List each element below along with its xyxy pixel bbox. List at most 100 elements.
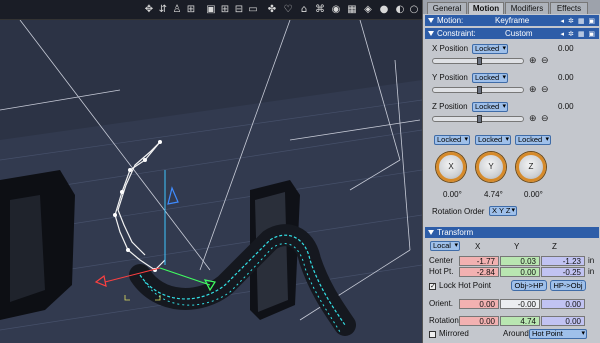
obj-to-hp-button[interactable]: Obj->HP: [511, 280, 547, 291]
collapse-triangle-icon[interactable]: [428, 18, 434, 24]
y-rotation-value: 4.74°: [484, 190, 503, 199]
lock-hot-point-label: Lock Hot Point: [439, 281, 492, 290]
header-icons: ◂ ✲ ▦ ▣: [560, 31, 596, 38]
z-position-slider[interactable]: [432, 115, 524, 123]
z-position-value: 0.00: [558, 102, 574, 111]
y-rotation-mode-dropdown[interactable]: Locked: [475, 135, 511, 145]
center-z-field[interactable]: -1.23: [541, 256, 585, 266]
transform-header[interactable]: Transform: [425, 227, 599, 238]
slider-thumb[interactable]: [477, 115, 482, 123]
zoom-in-icon[interactable]: ⊕: [529, 114, 537, 123]
tab-effects[interactable]: Effects: [550, 2, 588, 14]
view-grid-icon[interactable]: ⊞: [185, 4, 197, 16]
link-icon[interactable]: ⌘: [314, 4, 326, 16]
shade-wire-icon[interactable]: ◈: [362, 4, 374, 16]
mirrored-checkbox[interactable]: [429, 331, 436, 338]
panel-tabs: General Motion Modifiers Effects: [423, 0, 600, 14]
lock-hot-point-checkbox[interactable]: ✓: [429, 283, 436, 290]
view-wide-icon[interactable]: ▭: [247, 4, 259, 16]
transform-label: Transform: [437, 228, 474, 237]
center-y-field[interactable]: 0.03: [500, 256, 540, 266]
bone-icon[interactable]: ✤: [266, 4, 278, 16]
y-rotation-dial[interactable]: Y: [476, 152, 506, 182]
slider-thumb[interactable]: [477, 86, 482, 94]
rotation-order-label: Rotation Order: [432, 207, 485, 216]
camera-icon[interactable]: ⌂: [298, 4, 310, 16]
y-position-label: Y Position: [432, 73, 468, 82]
tab-motion[interactable]: Motion: [468, 2, 504, 14]
center-x-field[interactable]: -1.77: [459, 256, 499, 266]
y-position-mode-dropdown[interactable]: Locked: [472, 73, 508, 83]
center-label: Center: [429, 256, 454, 265]
dial-axis-label: Z: [528, 162, 534, 171]
orient-x-field[interactable]: 0.00: [459, 299, 499, 309]
hot-point-x-field[interactable]: -2.84: [459, 267, 499, 277]
around-dropdown[interactable]: Hot Point: [529, 329, 587, 339]
view-quad-icon[interactable]: ⊞: [219, 4, 231, 16]
constraint-label: Constraint:: [437, 29, 476, 38]
rotation-y-field[interactable]: 4.74: [500, 316, 540, 326]
orient-y-field[interactable]: -0.00: [500, 299, 540, 309]
y-position-slider[interactable]: [432, 86, 524, 94]
orient-z-field[interactable]: 0.00: [541, 299, 585, 309]
mirrored-label: Mirrored: [439, 329, 469, 338]
constraint-header[interactable]: Constraint: Custom ◂ ✲ ▦ ▣: [425, 28, 599, 39]
hot-point-y-field[interactable]: 0.00: [500, 267, 540, 277]
coordinate-space-dropdown[interactable]: Local: [430, 241, 460, 251]
collapse-triangle-icon[interactable]: [428, 230, 434, 236]
view-split-icon[interactable]: ⊟: [233, 4, 245, 16]
rotation-label: Rotation: [429, 316, 459, 325]
cube-icon[interactable]: ▦: [346, 4, 358, 16]
dial-axis-label: X: [448, 162, 454, 171]
x-position-mode-dropdown[interactable]: Locked: [472, 44, 508, 54]
motion-header[interactable]: Motion: Keyframe ◂ ✲ ▦ ▣: [425, 15, 599, 26]
viewport-scene: [0, 20, 422, 343]
rotation-order-dropdown[interactable]: X Y Z: [489, 206, 517, 216]
collapse-triangle-icon[interactable]: [428, 31, 434, 37]
tab-general[interactable]: General: [427, 2, 467, 14]
properties-panel: General Motion Modifiers Effects Motion:…: [422, 0, 600, 343]
zoom-out-icon[interactable]: ⊖: [541, 56, 549, 65]
around-label: Around: [503, 329, 529, 338]
rotation-z-field[interactable]: 0.00: [541, 316, 585, 326]
tab-modifiers[interactable]: Modifiers: [505, 2, 549, 14]
light-icon[interactable]: ♡: [282, 4, 294, 16]
hot-point-unit: in: [588, 267, 595, 276]
motion-label: Motion:: [437, 16, 464, 25]
shade-smooth-icon[interactable]: ◐: [394, 4, 406, 16]
scale-tool-icon[interactable]: ♙: [171, 4, 183, 16]
orient-label: Orient.: [429, 299, 454, 308]
column-z-label: Z: [552, 242, 557, 251]
zoom-in-icon[interactable]: ⊕: [529, 85, 537, 94]
shade-solid-icon[interactable]: ●: [378, 4, 390, 16]
zoom-out-icon[interactable]: ⊖: [541, 85, 549, 94]
view-single-icon[interactable]: ▣: [205, 4, 217, 16]
rotation-x-field[interactable]: 0.00: [459, 316, 499, 326]
x-rotation-mode-dropdown[interactable]: Locked: [434, 135, 470, 145]
column-x-label: X: [475, 242, 481, 251]
zoom-in-icon[interactable]: ⊕: [529, 56, 537, 65]
y-position-value: 0.00: [558, 73, 574, 82]
move-tool-icon[interactable]: ✥: [143, 4, 155, 16]
viewport-toolbar: ✥ ⇵ ♙ ⊞ ▣ ⊞ ⊟ ▭ ✤ ♡ ⌂ ⌘ ◉ ▦ ◈ ● ◐ ○: [0, 0, 422, 20]
z-rotation-mode-dropdown[interactable]: Locked: [515, 135, 551, 145]
x-rotation-value: 0.00°: [443, 190, 462, 199]
x-position-slider[interactable]: [432, 57, 524, 65]
dial-axis-label: Y: [488, 162, 494, 171]
center-unit: in: [588, 256, 595, 265]
slider-thumb[interactable]: [477, 57, 482, 65]
header-icons: ◂ ✲ ▦ ▣: [560, 18, 596, 25]
globe-icon[interactable]: ◉: [330, 4, 342, 16]
hp-to-obj-button[interactable]: HP->Obj: [550, 280, 586, 291]
x-rotation-dial[interactable]: X: [436, 152, 466, 182]
motion-value[interactable]: Keyframe: [495, 15, 529, 26]
zoom-out-icon[interactable]: ⊖: [541, 114, 549, 123]
rotate-tool-icon[interactable]: ⇵: [157, 4, 169, 16]
hot-point-z-field[interactable]: -0.25: [541, 267, 585, 277]
constraint-value[interactable]: Custom: [505, 28, 533, 39]
3d-viewport[interactable]: ✥ ⇵ ♙ ⊞ ▣ ⊞ ⊟ ▭ ✤ ♡ ⌂ ⌘ ◉ ▦ ◈ ● ◐ ○: [0, 0, 422, 343]
x-position-label: X Position: [432, 44, 469, 53]
shade-texture-icon[interactable]: ○: [408, 4, 420, 16]
z-rotation-dial[interactable]: Z: [516, 152, 546, 182]
z-position-mode-dropdown[interactable]: Locked: [472, 102, 508, 112]
